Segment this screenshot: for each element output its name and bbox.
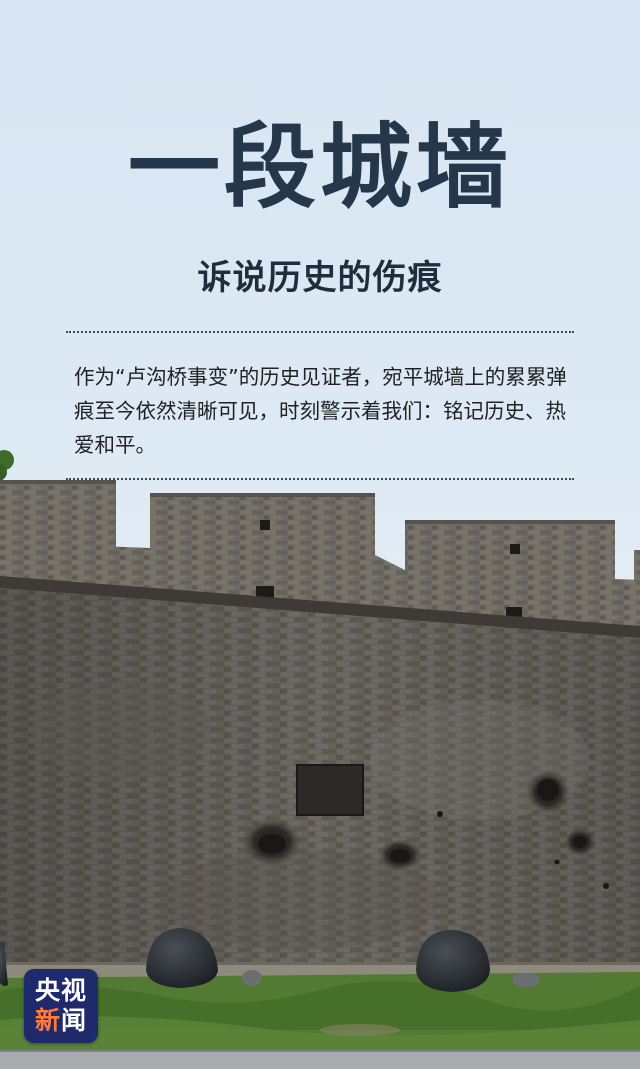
logo-line-1: 央视 xyxy=(34,976,87,1005)
poster-title: 一段城墙 xyxy=(127,113,512,221)
logo-line-2-accent: 新 xyxy=(34,1006,61,1035)
memorial-plaque xyxy=(296,764,364,816)
logo-line-2: 新闻 xyxy=(35,1006,87,1036)
poster: 一段城墙 诉说历史的伤痕 作为“卢沟桥事变”的历史见证者，宛平城墙上的累累弹痕至… xyxy=(0,0,640,1069)
poster-body-text: 作为“卢沟桥事变”的历史见证者，宛平城墙上的累累弹痕至今依然清晰可见，时刻警示着… xyxy=(74,365,567,457)
divider-top xyxy=(66,331,574,333)
logo-line-2-rest: 闻 xyxy=(61,1006,88,1035)
poster-subtitle: 诉说历史的伤痕 xyxy=(197,258,443,298)
cctv-news-logo[interactable]: 央视 新闻 xyxy=(24,969,98,1043)
pavement xyxy=(0,1050,640,1069)
divider-bottom xyxy=(66,478,574,480)
